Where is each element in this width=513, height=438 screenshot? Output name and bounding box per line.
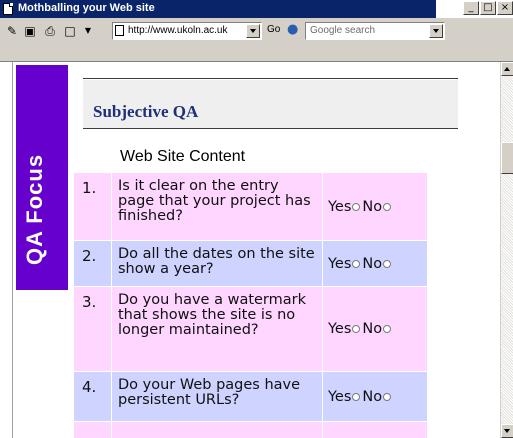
question-number: 2. — [74, 241, 112, 286]
page-icon — [115, 25, 124, 36]
no-label: No — [362, 198, 383, 215]
no-label: No — [362, 321, 383, 337]
question-text: Is it clear on the entry page that your … — [112, 173, 323, 240]
address-dropdown-button[interactable] — [246, 24, 260, 38]
question-text: Do your Web pages have persistent URLs? — [112, 372, 323, 421]
yes-label: Yes — [328, 255, 352, 272]
go-button[interactable]: Go — [267, 24, 280, 35]
scroll-down-button[interactable] — [501, 424, 513, 438]
address-bar[interactable]: http://www.ukoln.ac.uk — [112, 22, 262, 40]
yes-radio[interactable] — [352, 325, 361, 333]
address-input[interactable]: http://www.ukoln.ac.uk — [128, 25, 248, 36]
page-title: Subjective QA — [93, 102, 199, 121]
left-frame — [0, 62, 13, 438]
chevron-down-icon[interactable]: ▼ — [80, 23, 96, 39]
yes-label: Yes — [328, 388, 352, 405]
answer-cell: Yes No — [323, 173, 428, 240]
search-dropdown-button[interactable] — [429, 24, 443, 38]
scroll-up-button[interactable] — [501, 62, 513, 76]
yes-radio[interactable] — [352, 202, 361, 211]
screenshot-icon[interactable]: ▣ — [22, 23, 38, 39]
no-radio[interactable] — [383, 259, 392, 268]
question-number: 1. — [74, 173, 112, 240]
question-text: Do all the dates on the site show a year… — [112, 241, 323, 286]
question-row-3: 3. Do you have a watermark that shows th… — [74, 287, 428, 371]
page-icon — [3, 3, 13, 15]
minimize-button[interactable]: _ — [463, 1, 479, 15]
no-label: No — [362, 388, 383, 405]
answer-cell — [323, 422, 428, 438]
question-row-2: 2. Do all the dates on the site show a y… — [74, 241, 428, 286]
question-text: Do you have a watermark that shows the s… — [112, 287, 323, 371]
no-radio[interactable] — [383, 202, 392, 211]
question-text — [112, 422, 323, 438]
qa-focus-label: QA Focus — [22, 153, 47, 265]
question-number: 3. — [74, 287, 112, 371]
top-divider — [83, 78, 458, 79]
answer-cell: Yes No — [323, 287, 428, 371]
vertical-scrollbar[interactable] — [500, 62, 513, 438]
page-content: QA Focus Subjective QA Web Site Content … — [0, 62, 500, 438]
search-box[interactable]: Google search — [305, 22, 445, 40]
print-icon[interactable]: ⎙ — [42, 23, 58, 39]
no-label: No — [362, 255, 383, 272]
scroll-thumb[interactable] — [501, 142, 513, 174]
question-number — [74, 422, 112, 438]
answer-cell: Yes No — [323, 241, 428, 286]
search-input[interactable]: Google search — [310, 25, 375, 36]
heading-divider — [83, 128, 458, 129]
no-radio[interactable] — [383, 325, 392, 333]
google-search-icon[interactable]: ● — [287, 22, 303, 38]
qa-focus-banner: QA Focus — [16, 65, 68, 290]
question-number: 4. — [74, 372, 112, 421]
window-title: Mothballing your Web site — [16, 2, 157, 14]
question-row-1: 1. Is it clear on the entry page that yo… — [74, 173, 428, 240]
new-page-icon[interactable]: □ — [62, 23, 78, 39]
window-title-bar[interactable]: Mothballing your Web site _ □ × — [0, 0, 513, 19]
yes-radio[interactable] — [352, 259, 361, 268]
section-title: Web Site Content — [120, 148, 246, 165]
no-radio[interactable] — [383, 392, 392, 401]
yes-radio[interactable] — [352, 392, 361, 401]
question-row-4: 4. Do your Web pages have persistent URL… — [74, 372, 428, 421]
maximize-button[interactable]: □ — [480, 1, 496, 15]
yes-label: Yes — [328, 321, 352, 337]
yes-label: Yes — [328, 198, 352, 215]
close-button[interactable]: × — [497, 1, 513, 15]
window-controls: _ □ × — [462, 1, 513, 17]
browser-toolbar: ✎ ▣ ⎙ □ ▼ http://www.ukoln.ac.uk Go ● Go… — [0, 19, 513, 62]
question-row-5 — [74, 422, 428, 438]
edit-page-icon[interactable]: ✎ — [4, 23, 20, 39]
answer-cell: Yes No — [323, 372, 428, 421]
